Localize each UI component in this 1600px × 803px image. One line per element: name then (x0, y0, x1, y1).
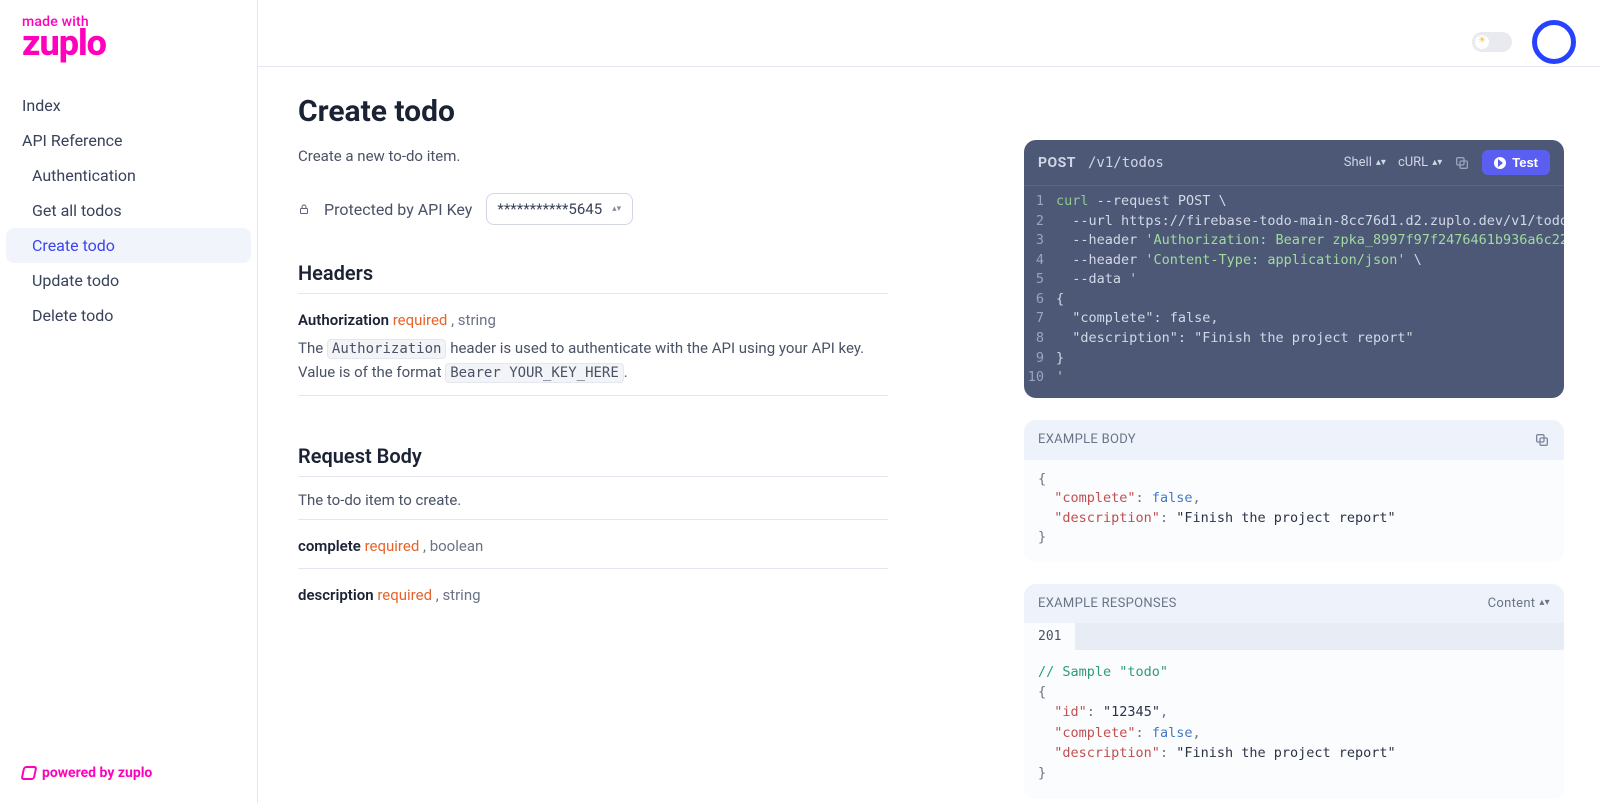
example-responses-panel: EXAMPLE RESPONSES Content ▴▾ 201 // Samp… (1024, 584, 1564, 800)
variant-select[interactable]: cURL ▴▾ (1398, 155, 1442, 170)
brand: made with zuplo (0, 8, 257, 78)
param-authorization: Authorization required , string The Auth… (298, 308, 888, 396)
param-type: , boolean (423, 537, 483, 555)
param-type: , string (451, 311, 496, 329)
content-select[interactable]: Content ▴▾ (1488, 596, 1550, 611)
param-type: , string (436, 586, 481, 604)
lock-icon (298, 202, 310, 216)
divider (298, 293, 888, 294)
nav-api-reference[interactable]: API Reference (0, 123, 257, 158)
copy-icon[interactable] (1454, 155, 1470, 171)
api-key-select[interactable]: ***********5645 ▴▾ (486, 193, 633, 225)
param-name: complete (298, 537, 361, 555)
chevron-updown-icon: ▴▾ (1376, 159, 1386, 167)
code-authorization: Authorization (327, 339, 447, 359)
api-key-value: ***********5645 (497, 200, 602, 218)
language-select[interactable]: Shell ▴▾ (1344, 155, 1386, 170)
request-panel: POST /v1/todos Shell ▴▾ cURL ▴▾ Test 1cu… (1024, 140, 1564, 398)
param-desc: The Authorization header is used to auth… (298, 336, 888, 385)
param-required: required (377, 586, 432, 604)
request-panel-header: POST /v1/todos Shell ▴▾ cURL ▴▾ Test (1024, 140, 1564, 186)
chevron-updown-icon: ▴▾ (1432, 159, 1442, 167)
param-name: description (298, 586, 374, 604)
protected-label: Protected by API Key (324, 200, 472, 219)
http-path: /v1/todos (1088, 155, 1164, 171)
response-tabs: 201 (1024, 623, 1564, 650)
sidebar: made with zuplo Index API Reference Auth… (0, 0, 258, 803)
docs-column: Create todo Create a new to-do item. Pro… (298, 86, 888, 803)
example-body-header: EXAMPLE BODY (1024, 420, 1564, 460)
headers-heading: Headers (298, 261, 888, 285)
powered-by-label: powered by zuplo (42, 765, 152, 781)
example-responses-header: EXAMPLE RESPONSES Content ▴▾ (1024, 584, 1564, 623)
main: Create todo Create a new to-do item. Pro… (258, 0, 1600, 803)
request-code[interactable]: 1curl --request POST \2 --url https://fi… (1024, 186, 1564, 398)
test-button[interactable]: Test (1482, 150, 1550, 175)
example-body-code[interactable]: { "complete": false, "description": "Fin… (1024, 460, 1564, 562)
code-bearer: Bearer YOUR_KEY_HERE (445, 363, 624, 383)
http-method: POST (1038, 155, 1076, 171)
powered-by[interactable]: powered by zuplo (22, 765, 152, 781)
response-tab-201[interactable]: 201 (1024, 623, 1076, 650)
chevron-updown-icon: ▴▾ (1539, 599, 1550, 607)
page-description: Create a new to-do item. (298, 147, 888, 165)
param-complete: complete required , boolean (298, 534, 888, 569)
nav-index[interactable]: Index (0, 88, 257, 123)
page-title: Create todo (298, 94, 888, 129)
divider (298, 519, 888, 520)
param-required: required (393, 311, 448, 329)
chevron-updown-icon: ▴▾ (612, 202, 622, 216)
example-body-panel: EXAMPLE BODY { "complete": false, "descr… (1024, 420, 1564, 562)
nav-update-todo[interactable]: Update todo (0, 263, 257, 298)
response-body-code[interactable]: // Sample "todo" { "id": "12345", "compl… (1024, 650, 1564, 800)
nav-authentication[interactable]: Authentication (0, 158, 257, 193)
copy-icon[interactable] (1534, 432, 1550, 448)
divider (298, 476, 888, 477)
nav-get-all-todos[interactable]: Get all todos (0, 193, 257, 228)
play-icon (1494, 157, 1506, 169)
param-required: required (365, 537, 420, 555)
zuplo-mark-icon (21, 766, 38, 780)
body-desc: The to-do item to create. (298, 491, 888, 509)
body-heading: Request Body (298, 444, 888, 468)
param-description: description required , string (298, 583, 888, 617)
nav-create-todo[interactable]: Create todo (6, 228, 251, 263)
brand-logo: zuplo (22, 22, 235, 64)
nav: Index API Reference Authentication Get a… (0, 88, 257, 333)
param-name: Authorization (298, 311, 389, 329)
nav-delete-todo[interactable]: Delete todo (0, 298, 257, 333)
protected-row: Protected by API Key ***********5645 ▴▾ (298, 193, 888, 225)
code-column: POST /v1/todos Shell ▴▾ cURL ▴▾ Test 1cu… (1024, 140, 1564, 803)
